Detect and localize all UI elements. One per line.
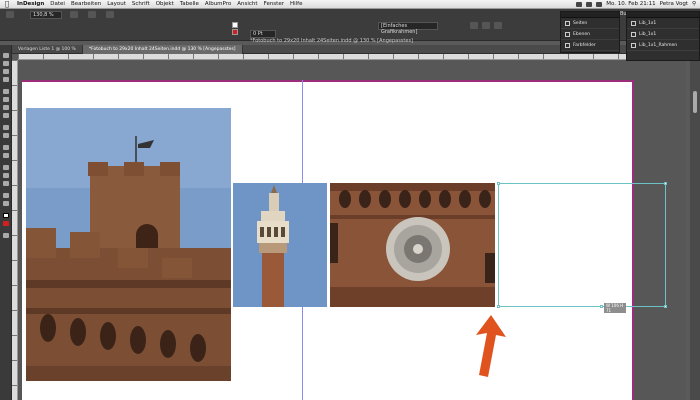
library-item-label: Lib_1x1 [639,20,657,26]
menu-datei[interactable]: Datei [47,0,68,9]
menu-objekt[interactable]: Objekt [153,0,177,9]
panel-item-ebenen[interactable]: Ebenen [561,29,619,40]
stroke-weight-field[interactable]: 0 Pt [250,30,276,38]
panel-item-label: Ebenen [573,31,590,37]
photo-palazzo-image [330,183,495,307]
library-item[interactable]: Lib_1x1 [627,29,699,40]
screen-mode-icon[interactable] [88,11,96,18]
transform-tool-icon[interactable] [3,153,9,158]
library-icon [631,42,636,48]
apple-icon[interactable]:  [0,0,14,9]
library-item[interactable]: Lib_1x1 [627,18,699,29]
clock[interactable]: Mo. 10. Feb 21:11 [606,0,655,9]
library-panel: Lib_1x1 Lib_1x1 Lib_1x1_Rahmen [626,11,700,61]
library-icon [631,31,636,37]
object-style-field[interactable]: [Einfaches Grafikrahmen] [378,22,438,35]
search-icon[interactable]: ⚲ [692,0,696,9]
menu-fenster[interactable]: Fenster [261,0,287,9]
empty-graphic-frame[interactable] [498,183,666,307]
menu-bar:  InDesign Datei Bearbeiten Layout Schri… [0,0,700,9]
frame-handle-bottom-right[interactable] [664,305,667,308]
frame-handle-bottom-left[interactable] [497,305,500,308]
cursor-place-handle[interactable] [600,305,603,308]
scrollbar-thumb[interactable] [693,91,697,113]
arrow-up-icon [476,315,506,377]
document-title: *Fotobuch to 29x20 Inhalt 24Seiten.indd … [250,38,414,44]
user-name[interactable]: Petra Vogt [660,0,688,9]
eyedropper-tool-icon[interactable] [3,181,9,186]
panel-item-seiten[interactable]: Seiten [561,18,619,29]
rectangle-frame-tool-icon[interactable] [3,125,9,130]
scissors-tool-icon[interactable] [3,145,9,150]
hand-tool-icon[interactable] [3,193,9,198]
zoom-tool-icon[interactable] [3,201,9,206]
frame-handle-top-right[interactable] [664,182,667,185]
menu-bearbeiten[interactable]: Bearbeiten [68,0,104,9]
fill-proportional-icon[interactable] [494,22,502,29]
panel-item-farbfelder[interactable]: Farbfelder [561,40,619,51]
direct-selection-tool-icon[interactable] [3,61,9,66]
gradient-tool-icon[interactable] [3,165,9,170]
vertical-scrollbar[interactable] [690,61,700,400]
pen-tool-icon[interactable] [3,105,9,110]
rectangle-tool-icon[interactable] [3,133,9,138]
zoom-field[interactable]: 130,8 % [30,11,62,19]
photo-palazzo-frame[interactable] [330,183,495,307]
page-tool-icon[interactable] [3,69,9,74]
layers-icon [565,31,570,37]
swatches-icon [565,42,570,48]
selection-tool-icon[interactable] [3,53,9,58]
note-tool-icon[interactable] [3,173,9,178]
tab-vorlagen[interactable]: Vorlagen Liste 1 @ 100 % [12,45,83,54]
pages-panel: Seiten Ebenen Farbfelder [560,11,620,53]
menu-ansicht[interactable]: Ansicht [234,0,260,9]
status-area: Mo. 10. Feb 21:11 Petra Vogt ⚲ [576,0,700,9]
menu-schrift[interactable]: Schrift [129,0,153,9]
stroke-color-icon[interactable] [3,221,9,226]
menu-albumpro[interactable]: AlbumPro [202,0,234,9]
screen-mode-tool-icon[interactable] [3,233,9,238]
photo-tower-image [26,108,231,381]
pencil-tool-icon[interactable] [3,113,9,118]
fit-frame-icon[interactable] [482,22,490,29]
photo-torre-image [233,183,327,307]
line-tool-icon[interactable] [3,97,9,102]
wifi-icon[interactable] [586,1,593,7]
menu-app[interactable]: InDesign [14,0,47,9]
photo-tower-frame[interactable] [26,108,231,381]
fill-color-icon[interactable] [3,213,9,218]
tools-panel [0,45,12,400]
type-tool-icon[interactable] [3,89,9,94]
library-item[interactable]: Lib_1x1_Rahmen [627,40,699,51]
arrange-icon[interactable] [106,11,114,18]
fill-swatch-icon[interactable] [232,22,238,28]
view-options-icon[interactable] [70,11,78,18]
menu-layout[interactable]: Layout [104,0,129,9]
frame-size-label: W 106 H 71 [604,303,626,313]
tab-fotobuch[interactable]: *Fotobuch to 29x20 Inhalt 24Seiten.indd … [82,45,243,54]
menu-tabelle[interactable]: Tabelle [177,0,202,9]
volume-icon[interactable] [596,1,603,7]
frame-handle-top-left[interactable] [497,182,500,185]
photo-torre-frame[interactable] [233,183,327,307]
menu-hilfe[interactable]: Hilfe [287,0,306,9]
horizontal-ruler[interactable] [18,54,686,60]
pages-icon [565,20,570,26]
gap-tool-icon[interactable] [3,77,9,82]
library-icon [631,20,636,26]
library-item-label: Lib_1x1_Rahmen [639,42,678,48]
fit-content-icon[interactable] [470,22,478,29]
stroke-swatch-icon[interactable] [232,29,238,35]
panel-item-label: Farbfelder [573,42,596,48]
panel-item-label: Seiten [573,20,588,26]
library-item-label: Lib_1x1 [639,31,657,37]
br-icon[interactable] [6,11,14,18]
battery-icon[interactable] [576,1,583,7]
